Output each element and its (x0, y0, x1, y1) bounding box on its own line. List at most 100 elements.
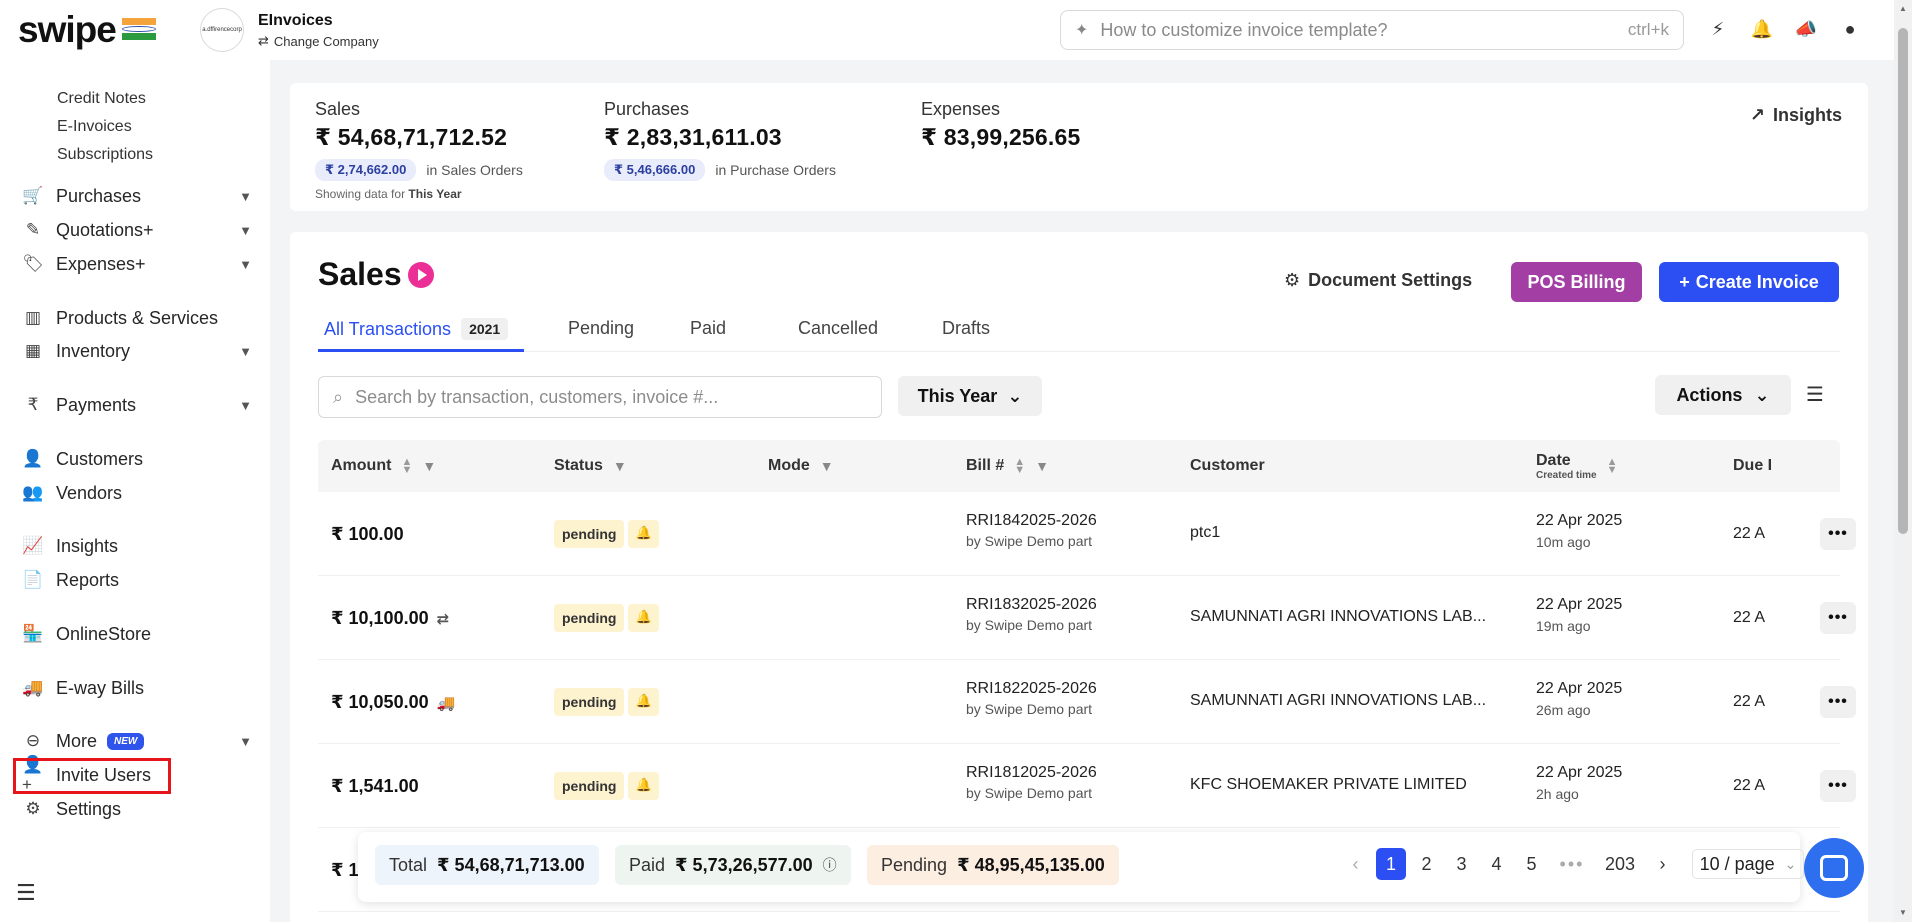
purchase-orders-pill: ₹ 5,46,666.00 (604, 159, 706, 181)
table-row[interactable]: ₹ 10,100.00 ⇄ pending 🔔 RRI1832025-2026 … (318, 576, 1856, 660)
sort-icon[interactable]: ▲ ▼ (401, 457, 412, 476)
transaction-search-input[interactable]: ⌕ Search by transaction, customers, invo… (318, 376, 882, 418)
sidebar-item-label: Expenses+ (56, 253, 146, 274)
column-bill[interactable]: Bill # ▲ ▼ ▼ (966, 440, 1049, 492)
row-more-options-button[interactable]: ••• (1820, 602, 1856, 634)
sort-icon[interactable]: ▲ ▼ (1014, 457, 1025, 476)
period-select[interactable]: This Year ⌄ (898, 376, 1042, 416)
pos-billing-button[interactable]: POS Billing (1511, 262, 1642, 302)
bill-creator: by Swipe Demo part (966, 701, 1093, 717)
column-date[interactable]: Date Created time ▲ ▼ (1536, 440, 1617, 492)
global-search-input[interactable]: ✦ How to customize invoice template? ctr… (1060, 10, 1684, 50)
chat-support-button[interactable] (1804, 838, 1864, 898)
column-settings-icon[interactable]: ☰ (1806, 382, 1824, 407)
sidebar-item-purchases[interactable]: 🛒 Purchases ▼ (22, 185, 252, 207)
sidebar-item-label: Quotations+ (56, 219, 154, 240)
sidebar-item-subscriptions[interactable]: Subscriptions (57, 146, 153, 164)
page-1[interactable]: 1 (1376, 848, 1406, 880)
row-more-options-button[interactable]: ••• (1820, 686, 1856, 718)
sidebar-item-vendors[interactable]: 👥 Vendors (22, 482, 252, 504)
page-last[interactable]: 203 (1595, 848, 1645, 880)
sidebar-item-onlinestore[interactable]: 🏪 OnlineStore (22, 623, 252, 645)
sales-orders-pill: ₹ 2,74,662.00 (315, 159, 417, 181)
sidebar-item-products[interactable]: ▥ Products & Services (22, 307, 252, 329)
sidebar-item-customers[interactable]: 👤 Customers (22, 448, 252, 470)
filter-icon[interactable]: ▼ (1035, 458, 1049, 474)
sidebar-item-e-invoices[interactable]: E-Invoices (57, 118, 132, 136)
page-5[interactable]: 5 (1514, 848, 1549, 880)
insights-link[interactable]: ↗ Insights (1750, 105, 1842, 126)
column-customer: Customer (1190, 457, 1265, 474)
megaphone-icon[interactable]: 📣 (1793, 16, 1819, 42)
bill-number[interactable]: RRI1832025-2026 (966, 596, 1097, 614)
sidebar-item-label: Inventory (56, 340, 131, 361)
page-size-select[interactable]: 10 / page ⌄ (1692, 849, 1804, 879)
info-icon[interactable]: ⓘ (823, 855, 837, 875)
bill-number[interactable]: RRI1822025-2026 (966, 680, 1097, 698)
insights-label: Insights (1772, 105, 1842, 125)
page-4[interactable]: 4 (1479, 848, 1514, 880)
sidebar-item-payments[interactable]: ₹ Payments ▼ (22, 394, 252, 416)
tab-paid[interactable]: Paid (690, 318, 726, 339)
sidebar-item-label: Settings (56, 798, 122, 819)
column-status[interactable]: Status ▼ (554, 440, 627, 492)
sidebar-item-inventory[interactable]: ▦ Inventory ▼ (22, 340, 252, 362)
sidebar-item-reports[interactable]: 📄 Reports (22, 569, 252, 591)
scroll-down-icon[interactable]: ▼ (1899, 908, 1907, 917)
filter-icon[interactable]: ▼ (422, 458, 436, 474)
company-avatar[interactable]: a.dffirencecorp (200, 8, 244, 52)
due-date-cell: 22 A (1733, 693, 1766, 710)
bell-reminder-icon[interactable]: 🔔 (628, 772, 659, 800)
sidebar-item-expenses[interactable]: 🏷 Expenses+ ▼ (22, 253, 252, 275)
next-page-icon[interactable]: › (1645, 848, 1680, 880)
bell-reminder-icon[interactable]: 🔔 (628, 520, 659, 548)
column-mode[interactable]: Mode ▼ (768, 440, 834, 492)
sort-icon[interactable]: ▲ ▼ (1607, 457, 1618, 476)
paid-summary: Paid ₹ 5,73,26,577.00 ⓘ (615, 845, 851, 885)
status-badge: pending (554, 688, 625, 716)
sidebar-item-settings[interactable]: ⚙ Settings (22, 798, 252, 820)
page-2[interactable]: 2 (1409, 848, 1444, 880)
tab-all-transactions[interactable]: All Transactions 2021 (324, 318, 509, 340)
user-account-icon[interactable]: ● (1837, 16, 1863, 42)
tab-drafts[interactable]: Drafts (942, 318, 990, 339)
bell-icon[interactable]: 🔔 (1749, 16, 1775, 42)
prev-page-icon[interactable]: ‹ (1338, 848, 1373, 880)
row-more-options-button[interactable]: ••• (1820, 770, 1856, 802)
tab-cancelled[interactable]: Cancelled (798, 318, 878, 339)
column-amount[interactable]: Amount ▲ ▼ ▼ (331, 440, 436, 492)
table-row[interactable]: ₹ 1,541.00 pending 🔔 RRI1812025-2026 by … (318, 744, 1856, 828)
table-row[interactable]: ₹ 10,050.00 🚚 pending 🔔 RRI1822025-2026 … (318, 660, 1856, 744)
sidebar-item-eway-bills[interactable]: 🚚 E-way Bills (22, 677, 252, 699)
scroll-up-icon[interactable]: ▲ (1899, 4, 1907, 13)
row-more-options-button[interactable]: ••• (1820, 518, 1856, 550)
swipe-logo[interactable]: swipe (18, 11, 156, 48)
filter-icon[interactable]: ▼ (820, 458, 834, 474)
cart-icon: 🛒 (22, 186, 44, 205)
create-invoice-button[interactable]: + Create Invoice (1659, 262, 1839, 302)
bill-creator: by Swipe Demo part (966, 533, 1093, 549)
actions-dropdown[interactable]: Actions ⌄ (1655, 375, 1791, 415)
play-video-icon[interactable] (408, 262, 434, 288)
scrollbar-thumb[interactable] (1898, 28, 1908, 534)
change-company-link[interactable]: ⇄ Change Company (258, 33, 379, 49)
page-scrollbar[interactable]: ▲ ▼ (1894, 0, 1912, 922)
page-ellipsis[interactable]: ••• (1549, 848, 1595, 880)
stat-label: Purchases (604, 99, 690, 119)
table-row[interactable]: ₹ 100.00 pending 🔔 RRI1842025-2026 by Sw… (318, 492, 1856, 576)
sidebar-item-more[interactable]: ⊖ More NEW ▼ (22, 730, 252, 752)
bill-number[interactable]: RRI1842025-2026 (966, 512, 1097, 530)
lightning-icon[interactable]: ⚡ (1705, 16, 1731, 42)
menu-toggle-icon[interactable]: ☰ (16, 880, 36, 906)
bell-reminder-icon[interactable]: 🔔 (628, 688, 659, 716)
document-settings-button[interactable]: ⚙ Document Settings (1284, 270, 1472, 291)
bill-number[interactable]: RRI1812025-2026 (966, 764, 1097, 782)
bell-reminder-icon[interactable]: 🔔 (628, 604, 659, 632)
sidebar-item-insights[interactable]: 📈 Insights (22, 535, 252, 557)
sidebar-item-quotations[interactable]: ✎ Quotations+ ▼ (22, 219, 252, 241)
tab-pending[interactable]: Pending (568, 318, 634, 339)
page-3[interactable]: 3 (1444, 848, 1479, 880)
sidebar-item-credit-notes[interactable]: Credit Notes (57, 90, 146, 108)
sidebar-item-label: Vendors (56, 482, 123, 503)
filter-icon[interactable]: ▼ (613, 458, 627, 474)
